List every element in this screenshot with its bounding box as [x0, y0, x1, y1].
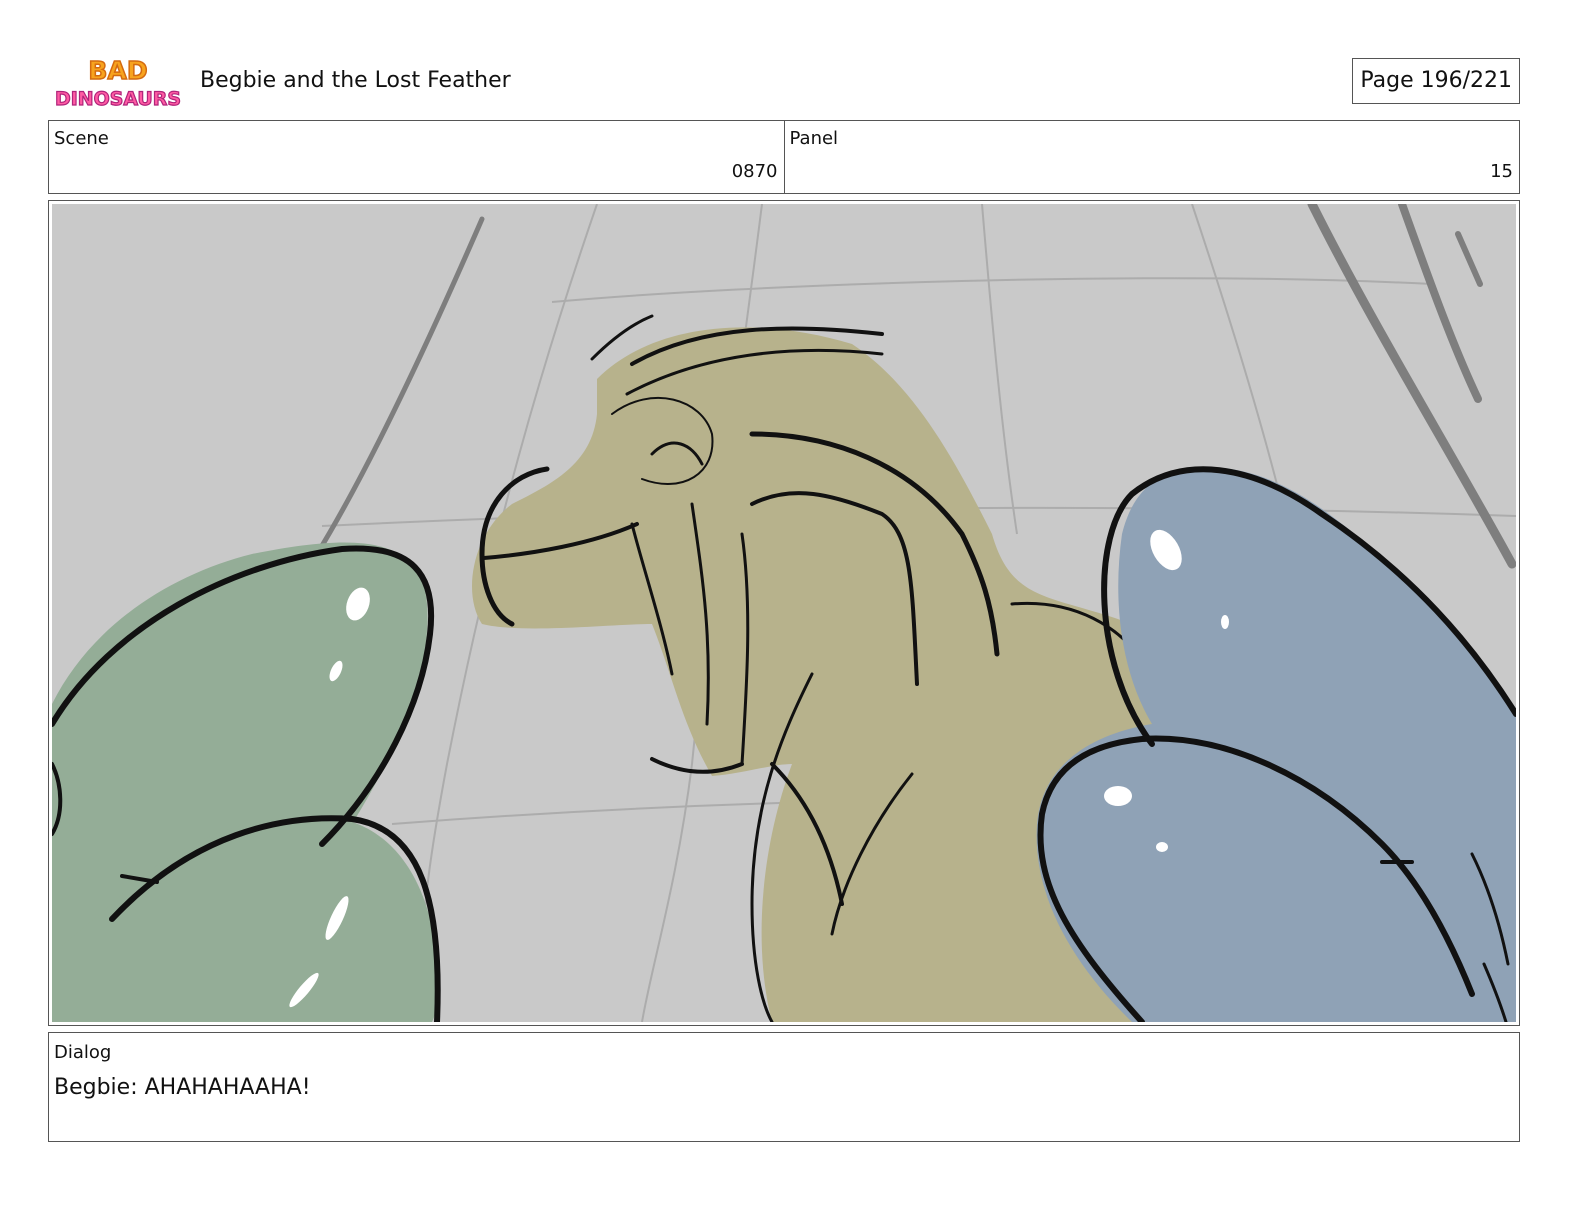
- panel-number: 15: [1490, 161, 1513, 182]
- storyboard-sketch-image: [52, 204, 1516, 1022]
- logo-word-dinosaurs: DINOSAURS: [55, 88, 181, 110]
- page-number: Page 196/221: [1352, 58, 1520, 104]
- logo-word-bad: BAD: [88, 56, 147, 85]
- document-title: Begbie and the Lost Feather: [200, 68, 511, 93]
- storyboard-header: BAD DINOSAURS Begbie and the Lost Feathe…: [48, 52, 1520, 112]
- dialog-text: Begbie: AHAHAHAAHA!: [54, 1075, 311, 1100]
- dialog-section: Dialog Begbie: AHAHAHAAHA!: [48, 1032, 1520, 1142]
- scene-cell: Scene 0870: [49, 121, 784, 193]
- scene-label: Scene: [54, 128, 109, 149]
- scene-panel-info: Scene 0870 Panel 15: [48, 120, 1520, 194]
- storyboard-panel: [48, 200, 1520, 1026]
- panel-cell: Panel 15: [783, 121, 1520, 193]
- scene-number: 0870: [731, 161, 778, 182]
- bad-dinosaurs-logo-icon: BAD DINOSAURS: [54, 55, 181, 110]
- panel-label: Panel: [789, 128, 839, 149]
- dialog-label: Dialog: [54, 1042, 112, 1063]
